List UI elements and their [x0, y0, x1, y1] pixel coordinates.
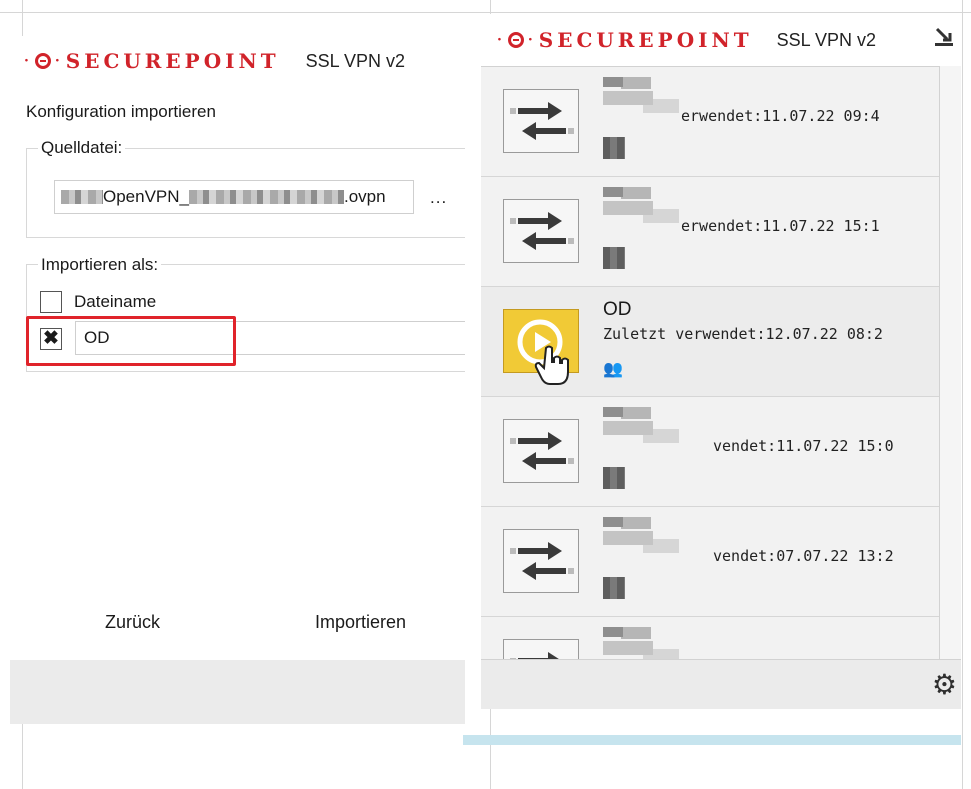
redacted-connection-name [603, 627, 679, 659]
brand-header: · · SECUREPOINT SSL VPN v2 [10, 36, 465, 86]
left-footer-bar [10, 660, 465, 724]
redacted-user-icon [603, 137, 625, 159]
import-as-legend: Importieren als: [38, 255, 162, 275]
securepoint-logo: · · SECUREPOINT [24, 49, 280, 73]
filename-label: Dateiname [74, 292, 157, 311]
source-file-field[interactable]: OpenVPN_ .ovpn [54, 180, 414, 214]
redacted-path [61, 190, 103, 204]
redacted-user-icon [603, 247, 625, 269]
redacted-user-icon [603, 467, 625, 489]
hand-cursor-icon [534, 344, 570, 391]
frame-line [962, 0, 963, 789]
connection-item[interactable]: vendet:11.07.22 15:0 [481, 397, 939, 507]
securepoint-logo: · · SECUREPOINT [497, 28, 753, 52]
scrollbar[interactable] [939, 66, 961, 659]
last-used-text: vendet:11.07.22 15:0 [713, 437, 894, 455]
gear-icon[interactable]: ⚙ [932, 668, 957, 701]
right-footer-bar: ⚙ [481, 659, 961, 709]
swap-arrows-icon[interactable] [503, 89, 579, 153]
connection-item[interactable]: erwendet:11.07.22 09:4 [481, 67, 939, 177]
last-used-text: vendet:07.07.22 13:2 [713, 547, 894, 565]
redacted-connection-name [603, 517, 679, 553]
filename-checkbox[interactable] [40, 291, 62, 313]
section-title: Konfiguration importieren [26, 102, 216, 121]
browse-button[interactable]: ... [430, 188, 447, 208]
back-button[interactable]: Zurück [105, 612, 160, 633]
connection-item[interactable]: vendet:07.07.22 13:2 [481, 507, 939, 617]
taskbar-strip [463, 735, 961, 745]
file-name-prefix: OpenVPN_ [103, 187, 189, 206]
source-file-legend: Quelldatei: [38, 138, 126, 158]
connection-list[interactable]: erwendet:11.07.22 09:4 erwendet:11.07.22 … [481, 66, 939, 659]
redacted-user-icon [603, 577, 625, 599]
connection-item[interactable] [481, 617, 939, 659]
redacted-connection-name [603, 407, 679, 443]
redacted-connection-name [603, 77, 679, 113]
people-icon: 👥 [603, 361, 623, 378]
connection-name: OD [603, 299, 632, 320]
frame-line [0, 12, 971, 13]
brand-name: SECUREPOINT [538, 28, 753, 52]
swap-arrows-icon[interactable] [503, 639, 579, 659]
product-name: SSL VPN v2 [776, 29, 877, 50]
import-config-window: · · SECUREPOINT SSL VPN v2 Konfiguration … [10, 36, 465, 724]
import-button[interactable]: Importieren [315, 612, 406, 633]
last-used-text: erwendet:11.07.22 15:1 [681, 217, 880, 235]
connection-list-window: · · SECUREPOINT SSL VPN v2 erwendet:11.07… [481, 14, 961, 709]
highlight-annotation [26, 316, 236, 366]
connection-item[interactable]: OD Zuletzt verwendet:12.07.22 08:2 👥 [481, 287, 939, 397]
connection-item[interactable]: erwendet:11.07.22 15:1 [481, 177, 939, 287]
swap-arrows-icon[interactable] [503, 199, 579, 263]
swap-arrows-icon[interactable] [503, 529, 579, 593]
swap-arrows-icon[interactable] [503, 419, 579, 483]
redacted-connection-name [603, 187, 679, 223]
last-used-text: erwendet:11.07.22 09:4 [681, 107, 880, 125]
brand-header: · · SECUREPOINT SSL VPN v2 [481, 14, 961, 66]
play-icon[interactable] [503, 309, 579, 385]
product-name: SSL VPN v2 [305, 50, 406, 71]
redacted-filename [189, 190, 344, 204]
pin-icon[interactable] [933, 26, 955, 48]
file-extension: .ovpn [344, 187, 386, 206]
brand-name: SECUREPOINT [65, 49, 280, 73]
last-used-text: Zuletzt verwendet:12.07.22 08:2 [603, 325, 883, 343]
